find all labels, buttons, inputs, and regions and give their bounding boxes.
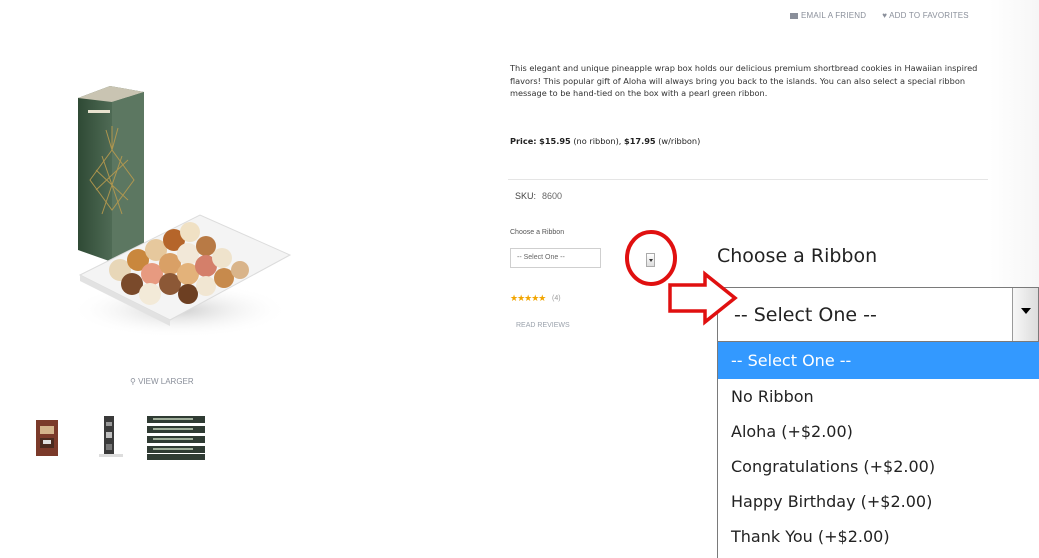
top-links: EMAIL A FRIEND ♥ ADD TO FAVORITES	[790, 11, 969, 20]
view-larger-label: VIEW LARGER	[138, 377, 194, 386]
price-label: Price:	[510, 136, 537, 146]
email-friend-link[interactable]: EMAIL A FRIEND	[801, 11, 866, 20]
zoomed-ribbon-select[interactable]: -- Select One --	[717, 287, 1039, 342]
price-line: Price: $15.95 (no ribbon), $17.95 (w/rib…	[510, 136, 700, 146]
divider	[508, 179, 988, 180]
ribbon-options-list: -- Select One -- No Ribbon Aloha (+$2.00…	[717, 342, 1039, 558]
dropdown-arrow-icon[interactable]	[646, 253, 655, 267]
view-larger-link[interactable]: ⚲ VIEW LARGER	[130, 377, 194, 386]
price-with-ribbon-note: (w/ribbon)	[658, 136, 701, 146]
thumbnail-tiki[interactable]	[33, 414, 65, 462]
ribbon-select[interactable]: -- Select One --	[510, 248, 601, 268]
option-congratulations[interactable]: Congratulations (+$2.00)	[718, 449, 1039, 484]
zoomed-select-value: -- Select One --	[734, 304, 877, 326]
heart-icon: ♥	[882, 11, 888, 21]
rating-count: (4)	[552, 295, 561, 302]
price-no-ribbon-note: (no ribbon),	[573, 136, 622, 146]
star-rating: ★★★★★	[510, 293, 546, 303]
price-no-ribbon: $15.95	[539, 136, 571, 146]
magnifier-icon: ⚲	[130, 377, 136, 386]
read-reviews-link[interactable]: READ REVIEWS	[516, 322, 570, 329]
sku-line: SKU: 8600	[515, 191, 562, 201]
option-no-ribbon[interactable]: No Ribbon	[718, 379, 1039, 414]
envelope-icon	[790, 12, 798, 19]
option-select-one[interactable]: -- Select One --	[718, 342, 1039, 379]
sku-label: SKU:	[515, 191, 537, 201]
thumbnail-ribbons[interactable]	[147, 414, 209, 462]
chevron-down-icon[interactable]	[1012, 288, 1038, 341]
zoomed-ribbon-label: Choose a Ribbon	[717, 245, 878, 267]
option-aloha[interactable]: Aloha (+$2.00)	[718, 414, 1039, 449]
option-thank-you[interactable]: Thank You (+$2.00)	[718, 519, 1039, 554]
thumbnail-box[interactable]	[95, 414, 127, 462]
product-description: This elegant and unique pineapple wrap b…	[510, 63, 978, 98]
sku-value: 8600	[542, 191, 563, 201]
ribbon-label: Choose a Ribbon	[510, 229, 565, 236]
product-image[interactable]	[60, 70, 300, 370]
add-favorites-link[interactable]: ADD TO FAVORITES	[889, 11, 969, 20]
price-with-ribbon: $17.95	[624, 136, 656, 146]
option-happy-birthday[interactable]: Happy Birthday (+$2.00)	[718, 484, 1039, 519]
